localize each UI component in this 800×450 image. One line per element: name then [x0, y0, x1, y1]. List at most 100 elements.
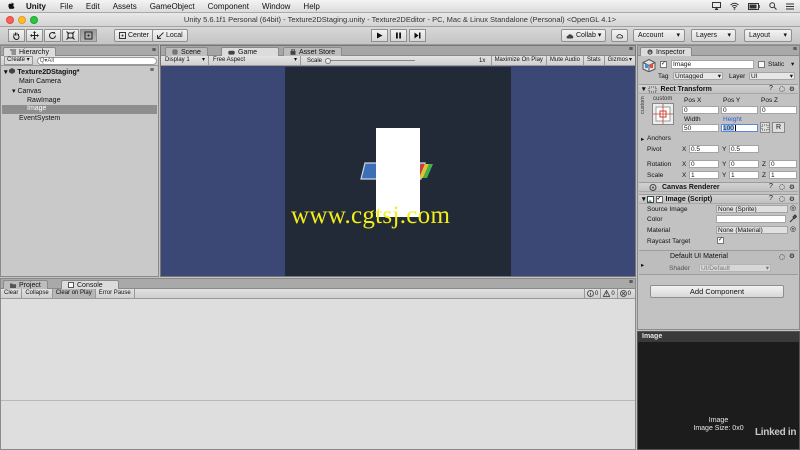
scene-menu-icon[interactable]: ≡ — [150, 67, 154, 74]
error-pause-toggle[interactable]: Error Pause — [96, 289, 135, 298]
pivot-center-toggle[interactable]: Center — [114, 29, 155, 42]
stats-toggle[interactable]: Stats — [582, 56, 604, 65]
raw-edit-button[interactable]: R — [772, 122, 785, 133]
menu-gameobject[interactable]: GameObject — [150, 2, 195, 11]
tag-dropdown[interactable]: Untagged ▾ — [673, 72, 723, 80]
pivot-x-field[interactable]: 0.5 — [689, 145, 719, 153]
wifi-icon[interactable] — [730, 2, 739, 10]
panel-menu-icon[interactable]: ≡ — [629, 46, 633, 53]
menu-list-icon[interactable] — [786, 3, 794, 10]
help-icon[interactable]: ? — [769, 85, 773, 92]
step-button[interactable] — [409, 29, 426, 42]
hierarchy-item-rawimage[interactable]: RawImage — [27, 97, 60, 105]
object-picker-icon[interactable]: ◎ — [790, 225, 796, 233]
settings-gear-icon[interactable] — [779, 86, 785, 92]
scale-x-field[interactable]: 1 — [689, 171, 719, 179]
warning-count-toggle[interactable]: 0 — [600, 289, 616, 298]
create-dropdown[interactable]: Create ▾ — [4, 56, 33, 65]
search-icon[interactable] — [769, 2, 777, 10]
minimize-window-icon[interactable] — [18, 16, 26, 24]
layer-dropdown[interactable]: UI ▾ — [749, 72, 795, 80]
triangle-right-icon[interactable]: ▸ — [641, 135, 644, 143]
add-component-button[interactable]: Add Component — [650, 285, 784, 298]
object-name-field[interactable]: Image — [671, 60, 754, 69]
tab-inspector[interactable]: Inspector — [640, 47, 692, 56]
rect-transform-header[interactable]: ▾ Rect Transform — [639, 84, 798, 94]
move-tool-button[interactable] — [26, 29, 43, 42]
airplay-icon[interactable] — [712, 2, 721, 10]
scale-tool-button[interactable] — [62, 29, 79, 42]
account-dropdown[interactable]: Account ▾ — [633, 29, 685, 42]
play-button[interactable] — [371, 29, 388, 42]
tab-console[interactable]: Console — [61, 280, 119, 289]
component-menu-icon[interactable]: ⚙ — [789, 183, 795, 191]
tab-asset-store[interactable]: Asset Store — [283, 47, 343, 56]
zoom-window-icon[interactable] — [30, 16, 38, 24]
menu-help[interactable]: Help — [303, 2, 319, 11]
material-field[interactable]: None (Material) — [716, 226, 788, 234]
error-count-toggle[interactable]: 0 — [616, 289, 635, 298]
rotation-y-field[interactable]: 0 — [729, 160, 759, 168]
eyedropper-icon[interactable] — [789, 214, 797, 223]
panel-menu-icon[interactable]: ≡ — [152, 47, 156, 54]
chevron-down-icon[interactable]: ▾ — [791, 60, 794, 68]
gizmos-dropdown[interactable]: Gizmos ▾ — [603, 56, 635, 65]
tab-hierarchy[interactable]: Hierarchy — [3, 47, 56, 56]
rect-tool-button[interactable] — [80, 29, 97, 42]
log-count-toggle[interactable]: 0 — [583, 289, 600, 298]
cloud-services-button[interactable] — [611, 29, 628, 42]
source-image-field[interactable]: None (Sprite) — [716, 205, 788, 213]
menu-component[interactable]: Component — [208, 2, 249, 11]
blueprint-mode-button[interactable] — [760, 122, 770, 133]
help-icon[interactable]: ? — [769, 183, 773, 190]
pos-y-field[interactable]: 0 — [721, 106, 758, 114]
hand-tool-button[interactable] — [8, 29, 25, 42]
pause-button[interactable] — [390, 29, 407, 42]
triangle-right-icon[interactable]: ▸ — [641, 261, 644, 269]
raycast-target-checkbox[interactable]: ✓ — [717, 237, 724, 244]
width-field[interactable]: 50 — [682, 124, 719, 132]
component-menu-icon[interactable]: ⚙ — [789, 252, 795, 260]
collapse-toggle[interactable]: Collapse — [22, 289, 53, 298]
maximize-on-play-toggle[interactable]: Maximize On Play — [490, 56, 546, 65]
component-menu-icon[interactable]: ⚙ — [789, 195, 795, 203]
height-field[interactable]: 100 — [721, 124, 758, 132]
static-checkbox[interactable] — [758, 61, 765, 68]
canvas-renderer-header[interactable]: Canvas Renderer — [639, 182, 798, 192]
rotate-tool-button[interactable] — [44, 29, 61, 42]
scale-slider[interactable] — [325, 57, 416, 64]
settings-gear-icon[interactable] — [779, 254, 785, 260]
anchor-preset-button[interactable] — [652, 103, 674, 125]
preview-header[interactable]: Image — [638, 332, 799, 342]
component-menu-icon[interactable]: ⚙ — [789, 85, 795, 93]
slider-thumb[interactable] — [325, 57, 332, 64]
scale-y-field[interactable]: 1 — [729, 171, 759, 179]
color-swatch-field[interactable] — [716, 215, 786, 223]
pivot-y-field[interactable]: 0.5 — [729, 145, 759, 153]
active-checkbox[interactable]: ✓ — [660, 61, 667, 68]
hierarchy-item-image[interactable]: Image — [2, 105, 157, 114]
apple-icon[interactable] — [6, 1, 16, 11]
shader-dropdown[interactable]: UI/Default ▾ — [699, 264, 771, 272]
mute-audio-toggle[interactable]: Mute Audio — [545, 56, 583, 65]
hierarchy-search-input[interactable]: Q▾All — [36, 56, 157, 65]
menu-window[interactable]: Window — [262, 2, 290, 11]
object-picker-icon[interactable]: ◎ — [790, 204, 796, 212]
clear-button[interactable]: Clear — [1, 289, 23, 298]
hierarchy-item-canvas[interactable]: ▾ Canvas — [12, 88, 41, 96]
collab-dropdown[interactable]: Collab ▾ — [561, 29, 607, 42]
rotation-x-field[interactable]: 0 — [689, 160, 719, 168]
pivot-rotation-toggle[interactable]: Local — [152, 29, 188, 42]
tab-project[interactable]: Project — [3, 280, 48, 289]
image-script-header[interactable]: ▾ ✓ Image (Script) — [639, 194, 798, 204]
pos-x-field[interactable]: 0 — [682, 106, 719, 114]
panel-menu-icon[interactable]: ≡ — [629, 279, 633, 286]
menu-edit[interactable]: Edit — [86, 2, 100, 11]
close-window-icon[interactable] — [6, 16, 14, 24]
aspect-dropdown[interactable]: Free Aspect ▾ — [209, 56, 301, 65]
image-enabled-checkbox[interactable]: ✓ — [655, 195, 663, 203]
rotation-z-field[interactable]: 0 — [769, 160, 797, 168]
layout-dropdown[interactable]: Layout ▾ — [744, 29, 792, 42]
scene-root-item[interactable]: ▾ Texture2DStaging* — [4, 68, 80, 77]
clear-on-play-toggle[interactable]: Clear on Play — [52, 289, 96, 298]
